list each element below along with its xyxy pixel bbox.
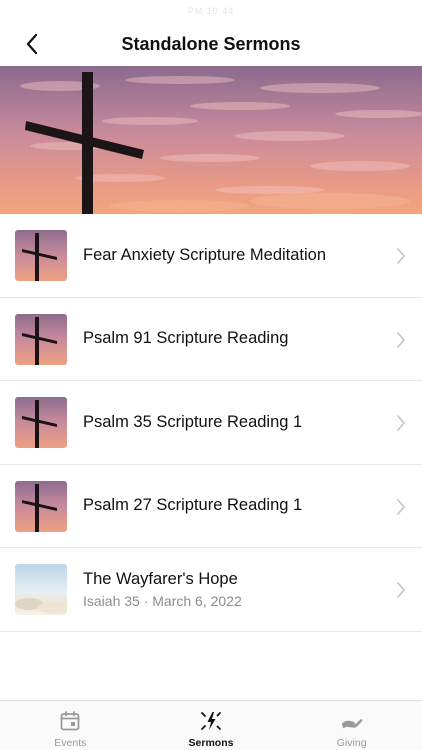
- sermon-title: Fear Anxiety Scripture Meditation: [83, 245, 327, 264]
- giving-hand-icon: [340, 709, 364, 733]
- calendar-icon: [58, 709, 82, 733]
- sermon-thumbnail: [15, 564, 67, 615]
- chevron-right-icon: [397, 498, 405, 515]
- sermon-title: Psalm 27 Scripture Reading 1: [83, 496, 303, 515]
- tab-label: Events: [54, 737, 87, 749]
- sermon-title: Psalm 91 Scripture Reading: [83, 329, 289, 348]
- tab-events[interactable]: Events: [0, 701, 141, 750]
- sermons-icon: [199, 709, 223, 733]
- navigation-bar: Standalone Sermons: [0, 22, 422, 66]
- sermon-row-4[interactable]: Psalm 27 Scripture Reading 1: [0, 465, 422, 548]
- tab-sermons[interactable]: Sermons: [141, 701, 282, 750]
- sermon-row-1[interactable]: Fear Anxiety Scripture Meditation: [0, 214, 422, 298]
- status-bar: PM 10:44: [0, 0, 422, 22]
- sermon-row-2[interactable]: Psalm 91 Scripture Reading: [0, 298, 422, 381]
- chevron-right-icon: [397, 415, 405, 431]
- chevron-right-icon: [397, 248, 405, 264]
- chevron-right-icon: [397, 331, 405, 348]
- sermon-subtitle: Isaiah 35 · March 6, 2022: [83, 592, 242, 609]
- sermon-row-5[interactable]: The Wayfarer's Hope Isaiah 35 · March 6,…: [0, 548, 422, 632]
- sermon-row-3[interactable]: Psalm 35 Scripture Reading 1: [0, 381, 422, 465]
- tab-label: Giving: [336, 737, 367, 749]
- tab-bar: Events Sermons Giving: [0, 700, 422, 750]
- sermon-thumbnail: [15, 230, 67, 281]
- hero-image: [0, 66, 422, 214]
- sermon-thumbnail: [15, 480, 67, 532]
- sermon-list: Fear Anxiety Scripture Meditation Psalm …: [0, 214, 422, 632]
- status-time: PM 10:44: [187, 6, 235, 16]
- page-title: Standalone Sermons: [121, 33, 301, 54]
- tab-label: Sermons: [188, 737, 234, 749]
- tab-giving[interactable]: Giving: [281, 701, 422, 750]
- sermon-title: Psalm 35 Scripture Reading 1: [83, 412, 303, 431]
- chevron-left-icon: [26, 33, 38, 55]
- sermon-thumbnail: [15, 313, 67, 365]
- sermon-thumbnail: [15, 397, 67, 448]
- back-button[interactable]: [18, 30, 46, 58]
- sermon-title: The Wayfarer's Hope: [83, 569, 238, 588]
- chevron-right-icon: [397, 582, 405, 598]
